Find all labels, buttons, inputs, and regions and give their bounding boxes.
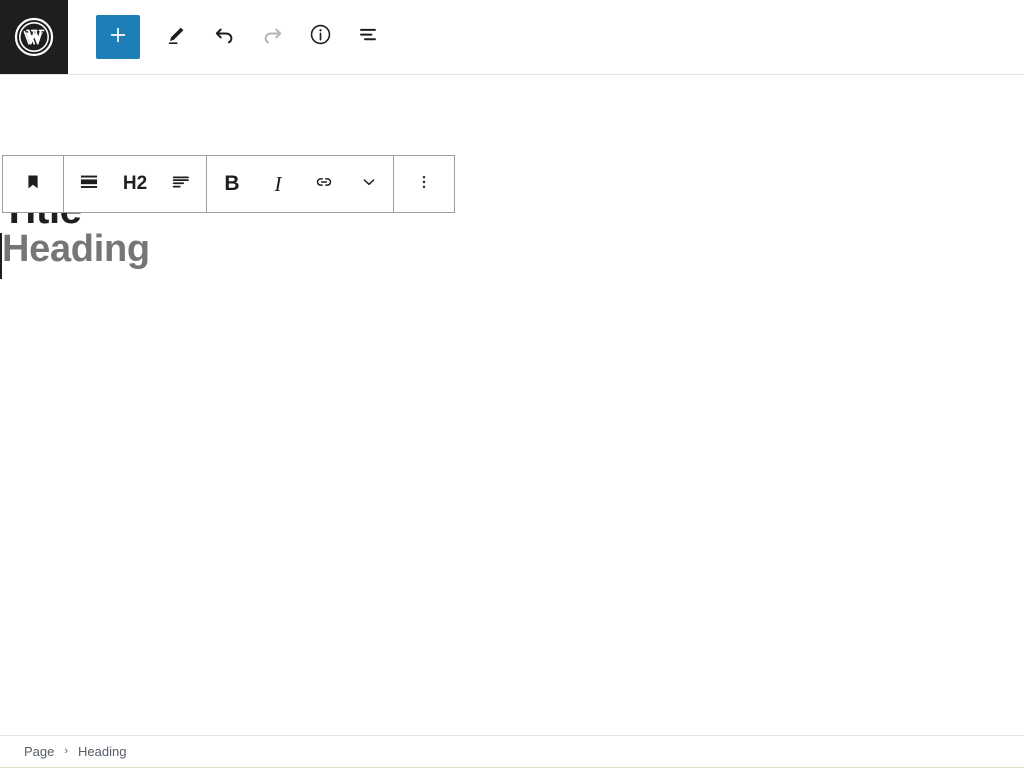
three-dots-vertical-icon	[414, 172, 434, 197]
block-options-button[interactable]	[396, 156, 452, 212]
breadcrumb: Page › Heading	[24, 744, 126, 759]
info-circle-icon	[308, 22, 333, 52]
heading-level-text: H2	[122, 173, 148, 194]
bookmark-block-icon	[23, 172, 43, 197]
heading-placeholder[interactable]: Heading	[2, 227, 150, 273]
chevron-down-icon	[359, 172, 379, 197]
wordpress-block-editor: W H2 B I Heading Page › Heading	[0, 0, 1024, 768]
text-format-group: B I	[207, 156, 394, 212]
block-options-group	[394, 156, 454, 212]
undo-arrow-icon	[212, 22, 237, 52]
svg-text:W: W	[25, 29, 44, 49]
redo-button[interactable]	[248, 13, 296, 61]
bold-icon: B	[224, 172, 240, 195]
undo-button[interactable]	[200, 13, 248, 61]
pencil-icon	[164, 23, 188, 52]
editor-canvas: Title	[0, 75, 1024, 735]
list-view-icon	[356, 22, 381, 52]
block-settings-group: H2	[64, 156, 207, 212]
breadcrumb-item-heading[interactable]: Heading	[78, 744, 126, 759]
details-button[interactable]	[296, 13, 344, 61]
heading-level-button[interactable]	[66, 156, 112, 212]
breadcrumb-separator-icon: ›	[64, 745, 69, 757]
heading-level-icon	[78, 171, 100, 198]
block-toolbar: H2 B I	[2, 155, 455, 213]
block-type-button[interactable]	[5, 156, 61, 212]
list-view-button[interactable]	[344, 13, 392, 61]
italic-icon: I	[274, 171, 282, 196]
redo-arrow-icon	[260, 22, 285, 52]
breadcrumb-item-page[interactable]: Page	[24, 744, 54, 759]
editor-footer: Page › Heading	[0, 735, 1024, 768]
bold-button[interactable]: B	[209, 156, 255, 212]
align-text-icon	[170, 171, 192, 198]
heading-level-label[interactable]: H2	[112, 156, 158, 212]
heading-block[interactable]: Heading	[0, 227, 150, 279]
header-toolbar	[68, 0, 392, 74]
align-text-button[interactable]	[158, 156, 204, 212]
wordpress-logo-icon: W	[13, 16, 55, 58]
add-block-button[interactable]	[96, 15, 140, 59]
link-icon	[313, 171, 335, 198]
block-type-group	[3, 156, 64, 212]
editor-header: W	[0, 0, 1024, 75]
link-button[interactable]	[301, 156, 347, 212]
plus-icon	[107, 24, 129, 51]
wordpress-logo-button[interactable]: W	[0, 0, 68, 74]
more-formats-button[interactable]	[347, 156, 391, 212]
edit-mode-button[interactable]	[152, 13, 200, 61]
italic-button[interactable]: I	[255, 156, 301, 212]
